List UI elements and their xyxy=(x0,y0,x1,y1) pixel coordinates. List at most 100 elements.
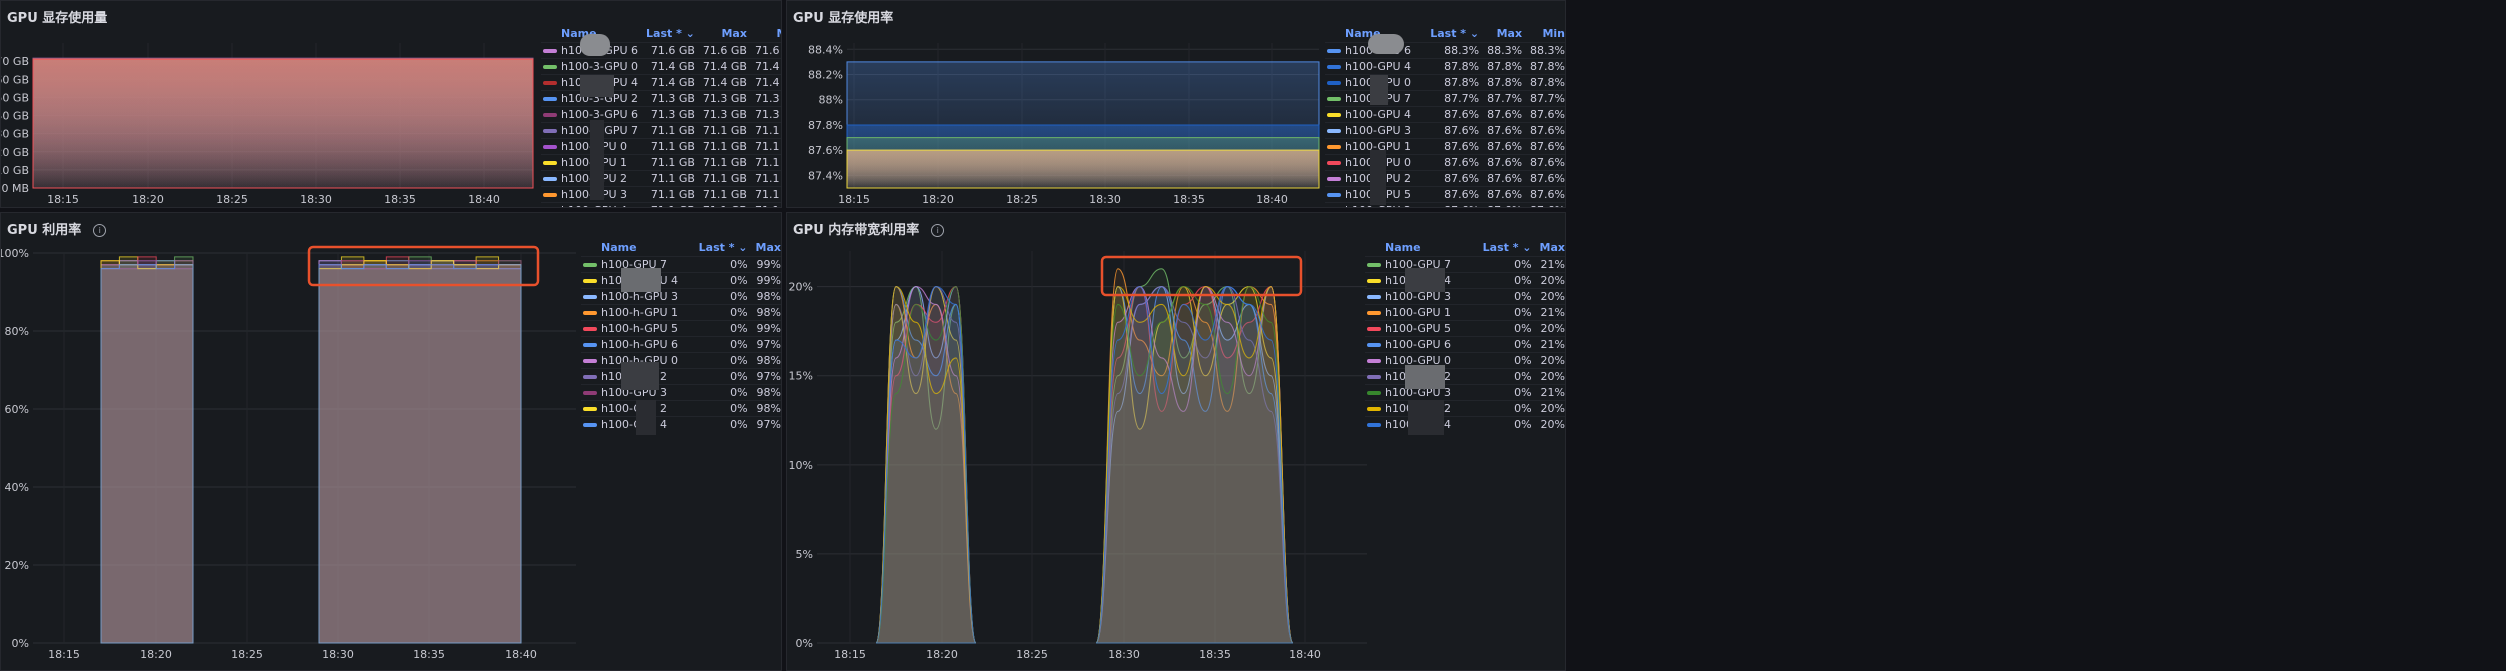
legend-row[interactable]: h100-GPU 587.6%87.6%87.6% xyxy=(1325,186,1565,203)
legend-row[interactable]: h100-GPU 087.8%87.8%87.8% xyxy=(1325,74,1565,91)
legend-series-name[interactable]: h100-GPU 1 xyxy=(1365,304,1475,321)
legend-header[interactable]: Max xyxy=(1479,25,1522,43)
legend-row[interactable]: h100-GPU 20%20% xyxy=(1365,400,1565,417)
legend-row[interactable]: h100-GPU 3 0% 21% xyxy=(1365,384,1565,401)
legend-swatch xyxy=(1367,311,1381,315)
legend-row[interactable]: h100-GPU 1 0% 21% xyxy=(1365,304,1565,321)
legend-header[interactable]: Max xyxy=(695,25,746,43)
chart-gpu-utilization[interactable]: 0% 20% 40% 60% 80% 100% 18:15 18:20 18:25 18:30 18… xyxy=(1,239,581,671)
legend-row[interactable]: h100-GPU 087.6%87.6%87.6% xyxy=(1325,154,1565,171)
legend-series-name[interactable]: h100-h-GPU 5 xyxy=(581,320,691,337)
legend-series-name[interactable]: h100-GPU 4 xyxy=(1325,106,1423,123)
legend-header[interactable]: Min xyxy=(747,25,781,43)
legend-row[interactable]: h100-GPU 4 87.6% 87.6% 87.6% xyxy=(1325,106,1565,123)
legend-row[interactable]: h100-GPU 3 87.6% 87.6% 87.6% xyxy=(1325,122,1565,139)
legend-series-name[interactable]: h100-3-GPU 0 xyxy=(541,58,639,75)
legend-header[interactable]: Last * ⌄ xyxy=(691,239,748,257)
legend-series-name[interactable]: h100-GPU 5 xyxy=(1365,320,1475,337)
x-tick-label: 18:30 xyxy=(1108,648,1140,661)
legend-series-name[interactable]: h100-h-GPU 1 xyxy=(581,304,691,321)
legend-row[interactable]: h100-GPU 787.7%87.7%87.7% xyxy=(1325,90,1565,107)
legend-series-name[interactable]: h100-h-GPU 6 xyxy=(581,336,691,353)
legend-row[interactable]: h100-GPU 271.1 GB71.1 GB71.1 GB xyxy=(541,170,781,187)
legend-row[interactable]: h100-3-GPU 771.1 GB71.1 GB71.1 GB xyxy=(541,122,781,139)
legend-row[interactable]: h100-GPU 2 0% 98% xyxy=(581,400,781,417)
legend-row[interactable]: h100-h-GPU 5 0% 99% xyxy=(581,320,781,337)
legend-max-value: 87.8% xyxy=(1479,74,1523,91)
legend-row[interactable]: h100-h-GPU 1 0% 98% xyxy=(581,304,781,321)
legend-header[interactable]: Min xyxy=(1522,25,1565,43)
legend-series-name[interactable]: h100-GPU 4 xyxy=(541,202,639,207)
legend-row[interactable]: h100-3-GPU 271.3 GB71.3 GB71.3 GB xyxy=(541,90,781,107)
legend-row[interactable]: h100-GPU 4 0% 97% xyxy=(581,416,781,432)
legend-row[interactable]: h100-3-GPU 671.3 GB71.3 GB71.3 GB xyxy=(541,106,781,123)
legend-row[interactable]: h100-h-GPU 6 0% 97% xyxy=(581,336,781,353)
x-tick-label: 18:40 xyxy=(1289,648,1321,661)
legend-last-value: 0% xyxy=(690,416,748,432)
legend-row[interactable]: h100-GPU 3 0% 20% xyxy=(1365,288,1565,305)
legend-header-name[interactable]: Name xyxy=(1365,239,1475,257)
legend-row[interactable]: h100-GPU 7 0% 99% xyxy=(581,256,781,273)
legend-max-value: 71.3 GB xyxy=(694,90,747,107)
legend-header[interactable]: Last * ⌄ xyxy=(1422,25,1479,43)
legend-min-value: 71.3 GB xyxy=(746,106,781,123)
legend-header[interactable]: Max xyxy=(748,239,781,257)
legend-row[interactable]: h100-h-GPU 0 0% 98% xyxy=(581,352,781,369)
legend-row[interactable]: h100-GPU 1 87.6% 87.6% 87.6% xyxy=(1325,138,1565,155)
legend-row[interactable]: h100-GPU 171.1 GB71.1 GB71.1 GB xyxy=(541,154,781,171)
y-tick-label: 88.4% xyxy=(808,43,843,56)
legend-series-name[interactable]: h100-GPU 6 xyxy=(1365,336,1475,353)
panel-title[interactable]: GPU 内存带宽利用率 i xyxy=(793,219,945,238)
legend-row[interactable]: h100-3-GPU 471.4 GB71.4 GB71.4 GB xyxy=(541,74,781,91)
legend-swatch xyxy=(1367,295,1381,299)
x-tick-label: 18:40 xyxy=(505,648,537,661)
legend-last-value: 87.8% xyxy=(1422,58,1480,75)
legend-series-label: h100-GPU 4 xyxy=(1345,60,1412,73)
legend-row[interactable]: h100-GPU 287.6%87.6%87.6% xyxy=(1325,170,1565,187)
legend-header[interactable]: Last * ⌄ xyxy=(1475,239,1532,257)
x-tick-label: 18:15 xyxy=(838,193,870,206)
legend-row[interactable]: h100-GPU 40%20% xyxy=(1365,272,1565,289)
legend-row[interactable]: h100-GPU 6 0% 21% xyxy=(1365,336,1565,353)
redaction-blob xyxy=(636,400,656,435)
legend-min-value: 87.6% xyxy=(1522,202,1565,207)
legend-header[interactable]: Max xyxy=(1532,239,1565,257)
redaction-blob xyxy=(1370,75,1388,105)
legend-series-label: h100-GPU 3 xyxy=(1345,124,1412,137)
legend-row[interactable]: h100-h-GPU 3 0% 98% xyxy=(581,288,781,305)
legend-row[interactable]: h100-GPU 4 87.8% 87.8% 87.8% xyxy=(1325,58,1565,75)
legend-row[interactable]: h100-GPU 0 0% 20% xyxy=(1365,352,1565,369)
legend-row[interactable]: h100-GPU 071.1 GB71.1 GB71.1 GB xyxy=(541,138,781,155)
legend-header[interactable]: Last * ⌄ xyxy=(638,25,695,43)
legend-swatch xyxy=(1327,193,1341,197)
series-area xyxy=(100,264,194,644)
legend-row[interactable]: h100-GPU 5 0% 20% xyxy=(1365,320,1565,337)
legend-row[interactable]: h100-h-GPU 40%99% xyxy=(581,272,781,289)
chart-gpu-mem-bandwidth[interactable]: 0% 5% 10% 15% 20% 18:15 18:20 18:25 18:30 18:35 18… xyxy=(787,239,1367,671)
legend-row[interactable]: h100-4-GPU 671.6 GB71.6 GB71.6 GB xyxy=(541,42,781,59)
legend-max-value: 87.6% xyxy=(1479,122,1523,139)
info-icon[interactable]: i xyxy=(931,224,945,237)
legend-row[interactable]: h100-GPU 688.3%88.3%88.3% xyxy=(1325,42,1565,59)
legend-row[interactable]: h100-GPU 40%20% xyxy=(1365,416,1565,432)
chart-gpu-memory-util[interactable]: 87.4% 87.6% 87.8% 88% 88.2% 88.4% 18:15 18:20 18… xyxy=(787,23,1325,208)
legend-swatch xyxy=(583,423,597,427)
legend-header-name[interactable]: Name xyxy=(581,239,691,257)
legend-max-value: 87.8% xyxy=(1479,58,1523,75)
chart-gpu-memory-used[interactable]: 0 MB 10 GB 20 GB 30 GB 40 GB 50 GB 60 GB 70 GB 1… xyxy=(1,23,539,208)
legend-row[interactable]: h100-3-GPU 071.4 GB71.4 GB71.4 GB xyxy=(541,58,781,75)
legend-row[interactable]: h100-GPU 7 0% 21% xyxy=(1365,256,1565,273)
legend-row[interactable]: h100-GPU 471.1 GB71.1 GB71.1 GB xyxy=(541,202,781,207)
legend-row[interactable]: h100-GPU 20%97% xyxy=(581,368,781,385)
legend-swatch xyxy=(543,129,557,133)
info-icon[interactable]: i xyxy=(93,224,107,237)
legend-series-name[interactable]: h100-GPU 3 xyxy=(1325,122,1423,139)
panel-title[interactable]: GPU 利用率 i xyxy=(7,219,107,238)
legend-row[interactable]: h100-GPU 371.1 GB71.1 GB71.1 GB xyxy=(541,186,781,203)
x-tick-label: 18:35 xyxy=(384,193,416,206)
legend-series-name[interactable]: h100-GPU 4 xyxy=(1325,58,1423,75)
legend-row[interactable]: h100-GPU 20%20% xyxy=(1365,368,1565,385)
legend-row[interactable]: h100-GPU 287.6%87.6%87.6% xyxy=(1325,202,1565,207)
x-tick-label: 18:35 xyxy=(413,648,445,661)
legend-row[interactable]: h100-GPU 3 0% 98% xyxy=(581,384,781,401)
